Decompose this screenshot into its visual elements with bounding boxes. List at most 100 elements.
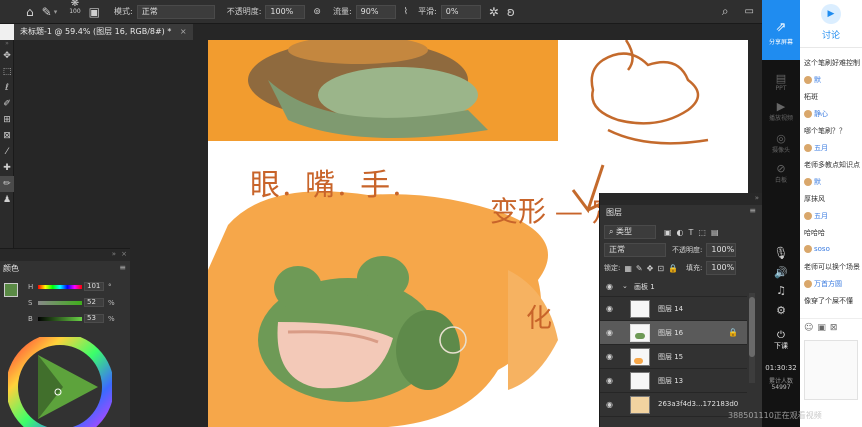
brightness-field[interactable]: 53 bbox=[84, 314, 104, 323]
chat-message: 老师多教点知识点 bbox=[804, 160, 862, 170]
layer-name: 263a3f4d3...172183d0 bbox=[658, 400, 739, 408]
video-label: 播放视频 bbox=[768, 115, 793, 122]
filter-icons[interactable]: ▣◐T⬚▤ bbox=[664, 228, 724, 237]
stamp-tool-icon[interactable]: ♟ bbox=[0, 192, 14, 208]
collapse-icon[interactable]: » bbox=[755, 194, 759, 202]
eyedropper-icon[interactable]: ⁄ bbox=[0, 144, 14, 160]
chat-user-name[interactable]: 万首方圆 bbox=[814, 280, 842, 288]
discussion-tab[interactable]: 讨论 bbox=[800, 28, 862, 41]
chat-user-name[interactable]: 五月 bbox=[814, 212, 828, 220]
eye-icon[interactable]: ◉ bbox=[606, 304, 613, 313]
layer-row[interactable]: ◉ 图层 15 bbox=[600, 345, 747, 369]
classroom-toolbar: ⇗ 分享屏幕 ▤ PPT ▶ 播放视频 ◎ 摄像头 ⊘ 白板 🎙 🔊 ♫ ⚙ ⏻ 下课 0… bbox=[762, 0, 800, 427]
home-icon[interactable]: ⌂ bbox=[26, 0, 34, 24]
brush-preset-picker[interactable]: ❋ 100 bbox=[69, 0, 80, 24]
layers-panel-tab[interactable]: 图层 bbox=[606, 207, 622, 218]
eye-icon[interactable]: ◉ bbox=[606, 282, 613, 291]
sketch-text-line1: 眼. 嘴. 手. bbox=[250, 168, 404, 203]
layer-filter-select[interactable]: ⌕ 类型 bbox=[604, 225, 656, 239]
hue-slider[interactable] bbox=[38, 285, 82, 289]
layers-scrollbar[interactable] bbox=[749, 293, 755, 383]
chat-user-name[interactable]: 默 bbox=[814, 178, 821, 186]
color-panel-tab[interactable]: 颜色 bbox=[3, 263, 19, 274]
chat-username: soso bbox=[804, 245, 862, 253]
layer-name: 图层 15 bbox=[658, 353, 684, 361]
brush-settings-icon[interactable]: ▣ bbox=[89, 0, 100, 24]
marquee-tool-icon[interactable]: ⬚ bbox=[0, 64, 14, 80]
ppt-button[interactable]: ▤ PPT bbox=[762, 72, 800, 92]
gear-icon[interactable]: ✲ bbox=[489, 0, 499, 24]
healing-tool-icon[interactable]: ✚ bbox=[0, 160, 14, 176]
layer-group-row[interactable]: ◉ ⌄ 画板 1 bbox=[600, 277, 747, 297]
settings-icon[interactable]: ⚙ bbox=[762, 304, 800, 317]
opacity-field[interactable]: 100% bbox=[265, 4, 306, 19]
eye-icon[interactable]: ◉ bbox=[606, 328, 613, 337]
camera-button[interactable]: ◎ 摄像头 bbox=[762, 132, 800, 154]
chat-username: 五月 bbox=[804, 211, 862, 221]
chevron-down-icon[interactable]: ⌄ bbox=[622, 282, 628, 290]
video-icon: ▶ bbox=[776, 100, 786, 113]
layer-row[interactable]: ◉ 263a3f4d3...172183d0 bbox=[600, 393, 747, 417]
crop-tool-icon[interactable]: ⊞ bbox=[0, 112, 14, 128]
close-tab-icon[interactable]: × bbox=[180, 27, 187, 36]
close-panel-icon[interactable]: × bbox=[121, 250, 127, 258]
smoothing-field[interactable]: 0% bbox=[440, 4, 481, 19]
saturation-field[interactable]: 52 bbox=[84, 298, 104, 307]
blend-mode-select[interactable]: 正常 bbox=[604, 243, 666, 257]
layer-row[interactable]: ◉ 图层 14 bbox=[600, 297, 747, 321]
mode-select[interactable]: 正常 bbox=[136, 4, 215, 19]
avatar bbox=[804, 178, 812, 186]
flow-field[interactable]: 90% bbox=[355, 4, 396, 19]
layer-opacity-field[interactable]: 100% bbox=[706, 243, 737, 257]
saturation-slider[interactable] bbox=[38, 301, 82, 305]
eye-icon[interactable]: ◉ bbox=[606, 400, 613, 409]
scrollbar-thumb[interactable] bbox=[749, 297, 755, 357]
frame-tool-icon[interactable]: ⊠ bbox=[0, 128, 14, 144]
hue-field[interactable]: 101 bbox=[84, 282, 104, 291]
speaker-icon[interactable]: 🔊 bbox=[762, 266, 800, 279]
end-class-button[interactable]: ⏻ 下课 bbox=[762, 330, 800, 351]
microphone-icon[interactable]: 🎙 bbox=[762, 246, 800, 260]
panel-menu-icon[interactable]: ≡ bbox=[119, 263, 126, 272]
play-video-button[interactable]: ▶ 播放视频 bbox=[762, 100, 800, 122]
chat-user-name[interactable]: 五月 bbox=[814, 144, 828, 152]
chat-input[interactable] bbox=[804, 340, 858, 400]
brush-tool-icon[interactable]: ✎ ▾ bbox=[42, 0, 58, 24]
chat-user-name[interactable]: soso bbox=[814, 245, 830, 253]
chat-user-name[interactable]: 静心 bbox=[814, 110, 828, 118]
layer-row-selected[interactable]: ◉ 图层 16 🔒 bbox=[600, 321, 747, 345]
chat-user-name[interactable]: 默 bbox=[814, 76, 821, 84]
play-icon[interactable]: ▶ bbox=[821, 4, 841, 24]
foreground-swatch[interactable] bbox=[4, 283, 18, 297]
fill-field[interactable]: 100% bbox=[706, 261, 737, 275]
lock-icons[interactable]: ▦✎✥⊡🔒 bbox=[624, 264, 682, 273]
panel-menu-icon[interactable]: ≡ bbox=[749, 206, 756, 215]
workspace-icon[interactable]: ▭ bbox=[745, 0, 754, 24]
music-icon[interactable]: ♫ bbox=[762, 284, 800, 297]
options-bar: ⌂ ✎ ▾ ❋ 100 ▣ 模式: 正常 不透明度: 100% ⊚ 流量: 90%… bbox=[0, 0, 762, 24]
color-wheel[interactable] bbox=[8, 337, 112, 427]
move-tool-icon[interactable]: ✥ bbox=[0, 48, 14, 64]
collapse-icon[interactable]: » bbox=[112, 250, 116, 258]
eye-icon[interactable]: ◉ bbox=[606, 352, 613, 361]
chat-tools[interactable]: ☺▣⊠ bbox=[800, 318, 862, 336]
toolbar-collapse-icon[interactable]: » bbox=[0, 40, 14, 48]
brightness-slider[interactable] bbox=[38, 317, 82, 321]
chat-panel: ▶ 讨论 这个笔刷好难控制默柘斑 静心 哪个笔刷？？ 五月 老师多教点知识点默厚抹风 五月… bbox=[800, 0, 862, 427]
chat-username: 默 bbox=[804, 75, 862, 85]
mode-value: 正常 bbox=[141, 6, 158, 16]
pressure-opacity-icon[interactable]: ⊚ bbox=[313, 0, 321, 24]
eye-icon[interactable]: ◉ bbox=[606, 376, 613, 385]
search-icon[interactable]: ⌕ bbox=[722, 0, 729, 24]
airbrush-icon[interactable]: ⌇ bbox=[404, 0, 408, 24]
share-screen-button[interactable]: ⇗ 分享屏幕 bbox=[762, 0, 800, 60]
opacity-value: 100% bbox=[270, 6, 294, 16]
layer-opacity-value: 100% bbox=[711, 245, 735, 254]
brush-tool-active-icon[interactable]: ✏ bbox=[0, 176, 14, 192]
layer-row[interactable]: ◉ 图层 13 bbox=[600, 369, 747, 393]
symmetry-icon[interactable]: ʚ bbox=[507, 0, 515, 24]
document-tab[interactable]: 未标题-1 @ 59.4% (图层 16, RGB/8#) * × bbox=[14, 24, 193, 40]
whiteboard-button[interactable]: ⊘ 白板 bbox=[762, 162, 800, 184]
quick-select-icon[interactable]: ✐ bbox=[0, 96, 14, 112]
lasso-tool-icon[interactable]: ℓ bbox=[0, 80, 14, 96]
